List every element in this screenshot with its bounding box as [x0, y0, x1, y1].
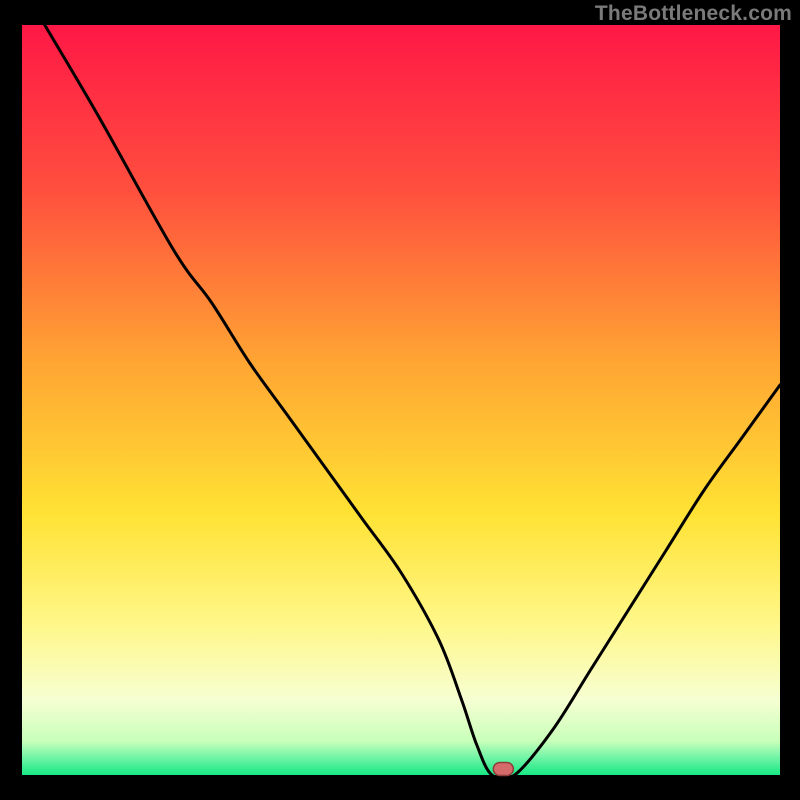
chart-frame: TheBottleneck.com — [0, 0, 800, 800]
bottleneck-chart — [0, 0, 800, 800]
optimal-point-marker — [493, 763, 513, 776]
watermark-text: TheBottleneck.com — [595, 2, 792, 26]
gradient-background — [22, 25, 780, 775]
